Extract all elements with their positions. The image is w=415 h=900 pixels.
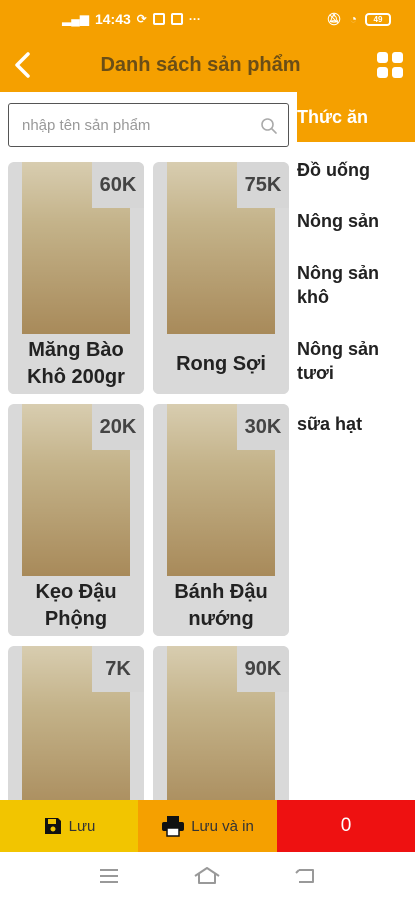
total-button[interactable]: 0 <box>277 800 415 852</box>
sync-icon: ⟳ <box>136 12 147 26</box>
product-name: Rong Sợi <box>153 334 289 394</box>
product-name: Kẹo Đậu Phộng <box>8 576 144 636</box>
product-price: 20K <box>92 404 144 450</box>
search-icon[interactable] <box>260 117 278 135</box>
category-label: Nông sản khô <box>297 263 380 307</box>
total-value: 0 <box>340 815 352 836</box>
category-label: Đồ uống <box>297 160 370 180</box>
status-time: 14:43 <box>94 11 131 27</box>
product-card[interactable]: 90K <box>153 646 289 800</box>
product-name: Bánh Đậu nướng <box>153 576 289 636</box>
category-item-nong-san-tuoi[interactable]: Nông sản tươi <box>297 337 415 385</box>
product-card[interactable]: 60K Măng Bào Khô 200gr <box>8 162 144 394</box>
save-icon <box>44 818 61 834</box>
printer-icon <box>162 816 185 837</box>
category-item-nong-san[interactable]: Nông sản <box>297 209 415 233</box>
page-title: Danh sách sản phẩm <box>100 53 301 76</box>
product-price: 60K <box>92 162 144 208</box>
product-price: 7K <box>92 646 144 692</box>
product-grid: 60K Măng Bào Khô 200gr 75K Rong Sợi 20K … <box>0 160 297 800</box>
app-header: Danh sách sản phẩm <box>0 38 415 92</box>
home-icon <box>194 867 221 884</box>
grid-icon <box>377 52 403 78</box>
category-label: Thức ăn <box>297 107 369 127</box>
more-icon: ··· <box>188 12 201 26</box>
save-print-button[interactable]: Lưu và in <box>138 800 277 852</box>
save-label: Lưu <box>68 817 96 835</box>
battery-level: 49 <box>373 14 383 24</box>
chevron-left-icon <box>15 52 30 78</box>
product-card[interactable]: 30K Bánh Đậu nướng <box>153 404 289 636</box>
category-item-do-uong[interactable]: Đồ uống <box>297 158 415 182</box>
signal-icon: ▂▄▆ <box>62 12 89 26</box>
save-print-label: Lưu và in <box>191 817 254 835</box>
mute-icon: 🔕︎ <box>326 12 342 26</box>
category-label: Nông sản <box>297 211 380 231</box>
facebook-icon <box>152 13 165 25</box>
mail-icon <box>170 13 183 25</box>
category-label: Nông sản tươi <box>297 339 380 383</box>
back-nav-button[interactable] <box>286 856 326 896</box>
menu-icon <box>100 869 119 883</box>
product-card[interactable]: 20K Kẹo Đậu Phộng <box>8 404 144 636</box>
recent-apps-button[interactable] <box>89 856 129 896</box>
category-label: sữa hạt <box>297 414 363 434</box>
product-card[interactable]: 7K <box>8 646 144 800</box>
navigation-bar <box>0 852 415 900</box>
product-price: 90K <box>237 646 289 692</box>
product-price: 30K <box>237 404 289 450</box>
search-box <box>8 103 289 147</box>
action-bar: Lưu Lưu và in 0 <box>0 800 415 852</box>
search-input[interactable] <box>9 116 249 134</box>
back-arrow-icon <box>295 869 314 883</box>
category-item-sua-hat[interactable]: sữa hạt <box>297 412 415 436</box>
product-card[interactable]: 75K Rong Sợi <box>153 162 289 394</box>
category-item-nong-san-kho[interactable]: Nông sản khô <box>297 261 415 309</box>
battery-icon: 49 <box>365 12 391 26</box>
product-price: 75K <box>237 162 289 208</box>
category-list: Thức ăn Đồ uống Nông sản Nông sản khô Nô… <box>297 92 415 800</box>
category-item-thuc-an[interactable]: Thức ăn <box>297 92 415 142</box>
home-button[interactable] <box>187 856 227 896</box>
search-area <box>0 92 297 160</box>
status-bar: ▂▄▆ 14:43 ⟳ ··· 🔕︎ ◔ 49 <box>0 0 415 38</box>
back-button[interactable] <box>0 38 44 92</box>
product-name: Măng Bào Khô 200gr <box>8 334 144 394</box>
save-button[interactable]: Lưu <box>0 800 138 852</box>
wifi-icon: ◔ <box>349 12 357 26</box>
grid-view-button[interactable] <box>365 38 415 92</box>
